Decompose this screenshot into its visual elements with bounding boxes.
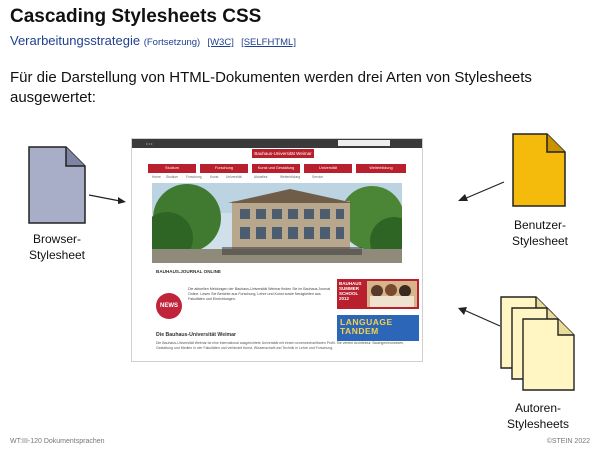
slide-title: Cascading Stylesheets CSS <box>10 6 262 27</box>
user-document-icon <box>512 133 566 207</box>
site-intro-text: Die Bauhaus-Universität Weimar ist eine … <box>156 341 405 350</box>
browser-stylesheet-label: Browser- Stylesheet <box>18 231 96 263</box>
topbar-links: • • • <box>146 141 153 146</box>
selfhtml-link[interactable]: [SELFHTML] <box>241 37 296 48</box>
promo-photo <box>367 281 417 307</box>
promo-line: TANDEM <box>340 326 379 336</box>
site-logo[interactable]: Bauhaus-Universität Weimar <box>252 149 314 158</box>
site-nav-item[interactable]: Universität <box>304 164 352 173</box>
subnav-item[interactable]: Forschung <box>186 175 202 179</box>
browser-document-icon <box>28 146 86 224</box>
browser-label-line2: Stylesheet <box>28 248 86 262</box>
user-label-line2: Stylesheet <box>511 234 569 248</box>
user-stylesheet-label: Benutzer- Stylesheet <box>500 217 580 249</box>
subnav-item[interactable]: Weiterbildung <box>280 175 300 179</box>
site-nav-item[interactable]: Kunst und Gestaltung <box>252 164 300 173</box>
website-screenshot: • • • Bauhaus-Universität Weimar Studium… <box>132 139 422 361</box>
site-news-text: Die aktuellen Meldungen der Bauhaus-Univ… <box>188 287 331 301</box>
footer-right: ©STEIN 2022 <box>546 438 590 445</box>
subtitle-note: (Fortsetzung) <box>143 37 201 48</box>
news-badge[interactable]: NEWS <box>156 293 182 319</box>
subnav-item[interactable]: Universität <box>226 175 242 179</box>
site-sub-nav: Home Studium Forschung Kunst Universität… <box>152 175 402 180</box>
site-nav-item[interactable]: Forschung <box>200 164 248 173</box>
footer-left: WT:III-120 Dokumentsprachen <box>10 438 105 445</box>
arrow-icon <box>458 181 505 201</box>
author-stylesheets-label: Autoren- Stylesheets <box>494 400 582 432</box>
site-news-heading: BAUHAUS.JOURNAL ONLINE <box>156 269 221 274</box>
subnav-item[interactable]: Aktuelles <box>254 175 267 179</box>
w3c-link[interactable]: [W3C] <box>207 37 233 48</box>
language-tandem-promo[interactable]: LANGUAGE TANDEM <box>337 315 419 341</box>
site-nav-item[interactable]: Weiterbildung <box>356 164 406 173</box>
subtitle-main: Verarbeitungsstrategie <box>10 33 141 48</box>
site-topbar: • • • <box>132 139 422 148</box>
site-intro-heading: Die Bauhaus-Universität Weimar <box>156 332 237 338</box>
author-label-line2: Stylesheets <box>506 417 570 431</box>
browser-label-line1: Browser- <box>32 232 81 246</box>
author-documents-icon <box>500 296 575 391</box>
author-label-line1: Autoren- <box>514 401 562 415</box>
subnav-item[interactable]: Studium <box>166 175 178 179</box>
subnav-item[interactable]: Home <box>152 175 161 179</box>
intro-text: Für die Darstellung von HTML-Dokumenten … <box>10 69 532 106</box>
promo-line: 2012 <box>339 296 350 301</box>
summer-school-promo[interactable]: BAUHAUS SUMMER SCHOOL 2012 <box>337 279 419 309</box>
subnav-item[interactable]: Kunst <box>210 175 218 179</box>
subnav-item[interactable]: Service <box>312 175 323 179</box>
site-search-field[interactable] <box>338 140 390 146</box>
site-main-nav: Studium Forschung Kunst und Gestaltung U… <box>148 164 406 173</box>
site-hero-image <box>152 183 402 263</box>
site-nav-item[interactable]: Studium <box>148 164 196 173</box>
arrow-icon <box>458 307 501 327</box>
user-label-line1: Benutzer- <box>513 218 567 232</box>
slide-subtitle: Verarbeitungsstrategie (Fortsetzung) [W3… <box>10 33 296 48</box>
arrow-icon <box>88 194 126 204</box>
